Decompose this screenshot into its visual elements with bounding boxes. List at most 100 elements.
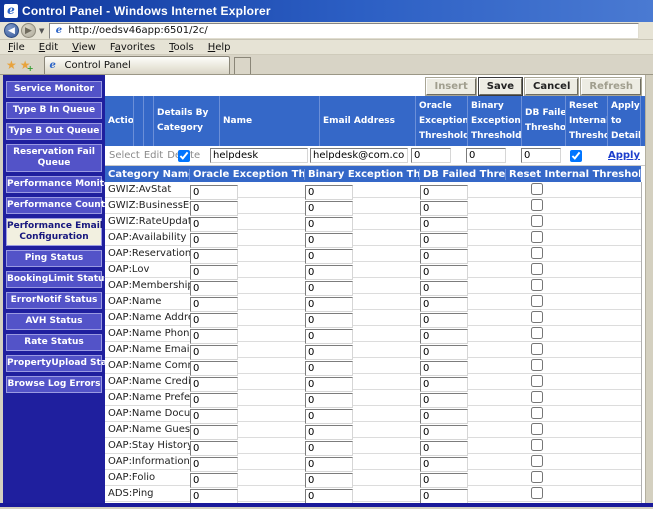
reset-internal-checkbox[interactable] bbox=[531, 391, 543, 403]
category-name: OAP:Information bbox=[105, 456, 190, 467]
menu-item-help[interactable]: Help bbox=[208, 42, 231, 53]
db-failed-threshold-cell bbox=[521, 148, 566, 163]
reset-internal-checkbox[interactable] bbox=[531, 359, 543, 371]
category-name: GWIZ:RateUpdate bbox=[105, 216, 190, 227]
sidebar-item-type-b-out-queue[interactable]: Type B Out Queue bbox=[6, 123, 102, 140]
url-text: http://oedsv46app:6501/2c/ bbox=[68, 25, 207, 36]
reset-internal-checkbox[interactable] bbox=[531, 215, 543, 227]
recent-pages-dropdown-icon[interactable]: ▼ bbox=[39, 27, 44, 35]
menu-item-view[interactable]: View bbox=[72, 42, 96, 53]
sidebar-item-bookinglimit-status[interactable]: BookingLimit Status bbox=[6, 271, 102, 288]
category-name: OAP:Lov bbox=[105, 264, 190, 275]
email-input[interactable] bbox=[310, 148, 408, 163]
category-name: OAP:Reservations bbox=[105, 248, 190, 259]
reset-internal-checkbox[interactable] bbox=[531, 327, 543, 339]
title-bar: e Control Panel - Windows Internet Explo… bbox=[0, 0, 653, 22]
reset-internal-checkbox[interactable] bbox=[531, 263, 543, 275]
new-tab-button[interactable] bbox=[234, 57, 251, 74]
tab-label: Control Panel bbox=[65, 60, 131, 71]
reset-internal-checkbox[interactable] bbox=[531, 311, 543, 323]
reset-internal-checkbox[interactable] bbox=[531, 199, 543, 211]
reset-internal-checkbox[interactable] bbox=[531, 455, 543, 467]
details-by-category-checkbox[interactable] bbox=[178, 150, 190, 162]
favorites-star-icon[interactable]: ★ bbox=[6, 57, 17, 73]
sidebar-item-avh-status[interactable]: AVH Status bbox=[6, 313, 102, 330]
reset-internal-checkbox[interactable] bbox=[531, 487, 543, 499]
menu-item-edit[interactable]: Edit bbox=[39, 42, 58, 53]
email-header-cell: Oracle Exception Threshold bbox=[416, 96, 468, 146]
tab-control-panel[interactable]: e Control Panel bbox=[44, 56, 230, 74]
sidebar-item-reservation-fail-queue[interactable]: Reservation FailQueue bbox=[6, 144, 102, 172]
sidebar-item-type-b-in-queue[interactable]: Type B In Queue bbox=[6, 102, 102, 119]
sidebar: Service Monitor Type B In Queue Type B Out… bbox=[3, 75, 105, 503]
address-bar: ◀ ▶ ▼ e http://oedsv46app:6501/2c/ bbox=[0, 22, 653, 40]
cancel-button[interactable]: Cancel bbox=[525, 78, 578, 95]
back-button[interactable]: ◀ bbox=[4, 23, 19, 38]
reset-internal-checkbox[interactable] bbox=[531, 247, 543, 259]
email-table-row: Select Edit Delete bbox=[105, 146, 645, 166]
select-link[interactable]: Select bbox=[109, 150, 140, 161]
category-table-body: GWIZ:AvStatGWIZ:BusinessEventGWIZ:RateUp… bbox=[105, 182, 642, 503]
page-content: Service Monitor Type B In Queue Type B Out… bbox=[0, 75, 653, 503]
add-favorite-icon[interactable]: ★ bbox=[20, 57, 31, 73]
threshold-cell bbox=[420, 500, 506, 504]
menu-item-tools[interactable]: Tools bbox=[169, 42, 194, 53]
apply-link[interactable]: Apply bbox=[608, 150, 640, 161]
reset-internal-checkbox[interactable] bbox=[570, 150, 582, 162]
sidebar-item-service-monitor[interactable]: Service Monitor bbox=[6, 81, 102, 98]
tab-ie-icon: e bbox=[50, 60, 61, 71]
email-header-cell: Email Address bbox=[320, 96, 416, 146]
url-field[interactable]: e http://oedsv46app:6501/2c/ bbox=[49, 23, 639, 39]
reset-internal-checkbox[interactable] bbox=[531, 295, 543, 307]
db-failed-threshold-input[interactable] bbox=[521, 148, 561, 163]
browser-window: e Control Panel - Windows Internet Explo… bbox=[0, 0, 653, 509]
reset-internal-checkbox[interactable] bbox=[531, 343, 543, 355]
category-name: OAP:Name Preference bbox=[105, 392, 190, 403]
reset-internal-checkbox[interactable] bbox=[531, 471, 543, 483]
email-header-cell: Apply to Details bbox=[608, 96, 641, 146]
edit-link[interactable]: Edit bbox=[144, 150, 163, 161]
sidebar-item-propertyupload-status[interactable]: PropertyUpload Status bbox=[6, 355, 102, 372]
binary-threshold-input[interactable] bbox=[466, 148, 506, 163]
sidebar-item-browse-log-errors[interactable]: Browse Log Errors bbox=[6, 376, 102, 393]
sidebar-item-rate-status[interactable]: Rate Status bbox=[6, 334, 102, 351]
email-cell bbox=[310, 148, 411, 163]
oracle-threshold-cell bbox=[411, 148, 466, 163]
reset-internal-checkbox[interactable] bbox=[531, 231, 543, 243]
email-header-cell: Binary Exception Threshold bbox=[468, 96, 522, 146]
category-name: GWIZ:AvStat bbox=[105, 184, 190, 195]
refresh-button[interactable]: Refresh bbox=[581, 78, 641, 95]
sidebar-item-performance-email-configuration[interactable]: Performance EmailConfiguration bbox=[6, 218, 102, 246]
category-name: OAP:Name Address bbox=[105, 312, 190, 323]
forward-button[interactable]: ▶ bbox=[21, 23, 36, 38]
insert-button[interactable]: Insert bbox=[426, 78, 475, 95]
name-cell bbox=[210, 148, 310, 163]
reset-internal-checkbox[interactable] bbox=[531, 423, 543, 435]
name-input[interactable] bbox=[210, 148, 308, 163]
category-name: OAP:Name Comment bbox=[105, 360, 190, 371]
category-name: OAP:Folio bbox=[105, 472, 190, 483]
category-name: OAP:Memberships bbox=[105, 280, 190, 291]
reset-internal-checkbox[interactable] bbox=[531, 375, 543, 387]
reset-internal-checkbox[interactable] bbox=[531, 407, 543, 419]
form-action-buttons: InsertSaveCancelRefresh bbox=[105, 75, 645, 96]
category-header-cell: Category Name bbox=[105, 169, 190, 180]
sidebar-item-ping-status[interactable]: Ping Status bbox=[6, 250, 102, 267]
oracle-threshold-input[interactable] bbox=[411, 148, 451, 163]
sidebar-item-performance-counter[interactable]: Performance Counter bbox=[6, 197, 102, 214]
category-name: OAP:Stay History bbox=[105, 440, 190, 451]
sidebar-item-errornotif-status[interactable]: ErrorNotif Status bbox=[6, 292, 102, 309]
email-header-cell: Details By Category bbox=[154, 96, 220, 146]
email-header-cell: DB Failed Threshold bbox=[522, 96, 566, 146]
reset-internal-checkbox[interactable] bbox=[531, 439, 543, 451]
page-icon: e bbox=[53, 25, 64, 36]
menu-item-file[interactable]: File bbox=[8, 42, 25, 53]
reset-internal-cell bbox=[506, 500, 641, 503]
menu-item-favorites[interactable]: Favorites bbox=[110, 42, 155, 53]
main-panel: InsertSaveCancelRefresh ActionDetails By… bbox=[105, 75, 645, 503]
email-header-cell bbox=[134, 96, 144, 146]
sidebar-item-performance-monitor[interactable]: Performance Monitor bbox=[6, 176, 102, 193]
reset-internal-checkbox[interactable] bbox=[531, 183, 543, 195]
save-button[interactable]: Save bbox=[479, 78, 522, 95]
reset-internal-checkbox[interactable] bbox=[531, 279, 543, 291]
